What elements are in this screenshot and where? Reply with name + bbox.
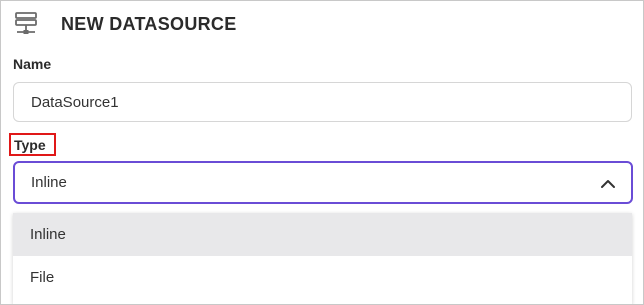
- name-input[interactable]: DataSource1: [13, 82, 632, 122]
- type-option-label: Inline: [30, 226, 66, 243]
- datasource-server-icon: [13, 11, 39, 37]
- chevron-up-icon[interactable]: [599, 175, 617, 193]
- type-label-highlight: Type: [9, 133, 56, 156]
- type-option-inline[interactable]: Inline: [13, 213, 632, 256]
- panel-title: NEW DATASOURCE: [61, 13, 237, 34]
- type-select-value: Inline: [31, 174, 67, 191]
- type-option-label: File: [30, 269, 55, 286]
- name-input-value: DataSource1: [31, 93, 119, 111]
- type-select[interactable]: Inline: [13, 161, 633, 204]
- type-label: Type: [14, 137, 46, 153]
- name-label: Name: [13, 56, 52, 72]
- panel-header: NEW DATASOURCE: [13, 9, 237, 39]
- type-option-file[interactable]: File: [13, 256, 632, 299]
- type-dropdown-list: Inline File: [13, 213, 632, 304]
- new-datasource-panel: NEW DATASOURCE Name DataSource1 Type Inl…: [0, 0, 644, 305]
